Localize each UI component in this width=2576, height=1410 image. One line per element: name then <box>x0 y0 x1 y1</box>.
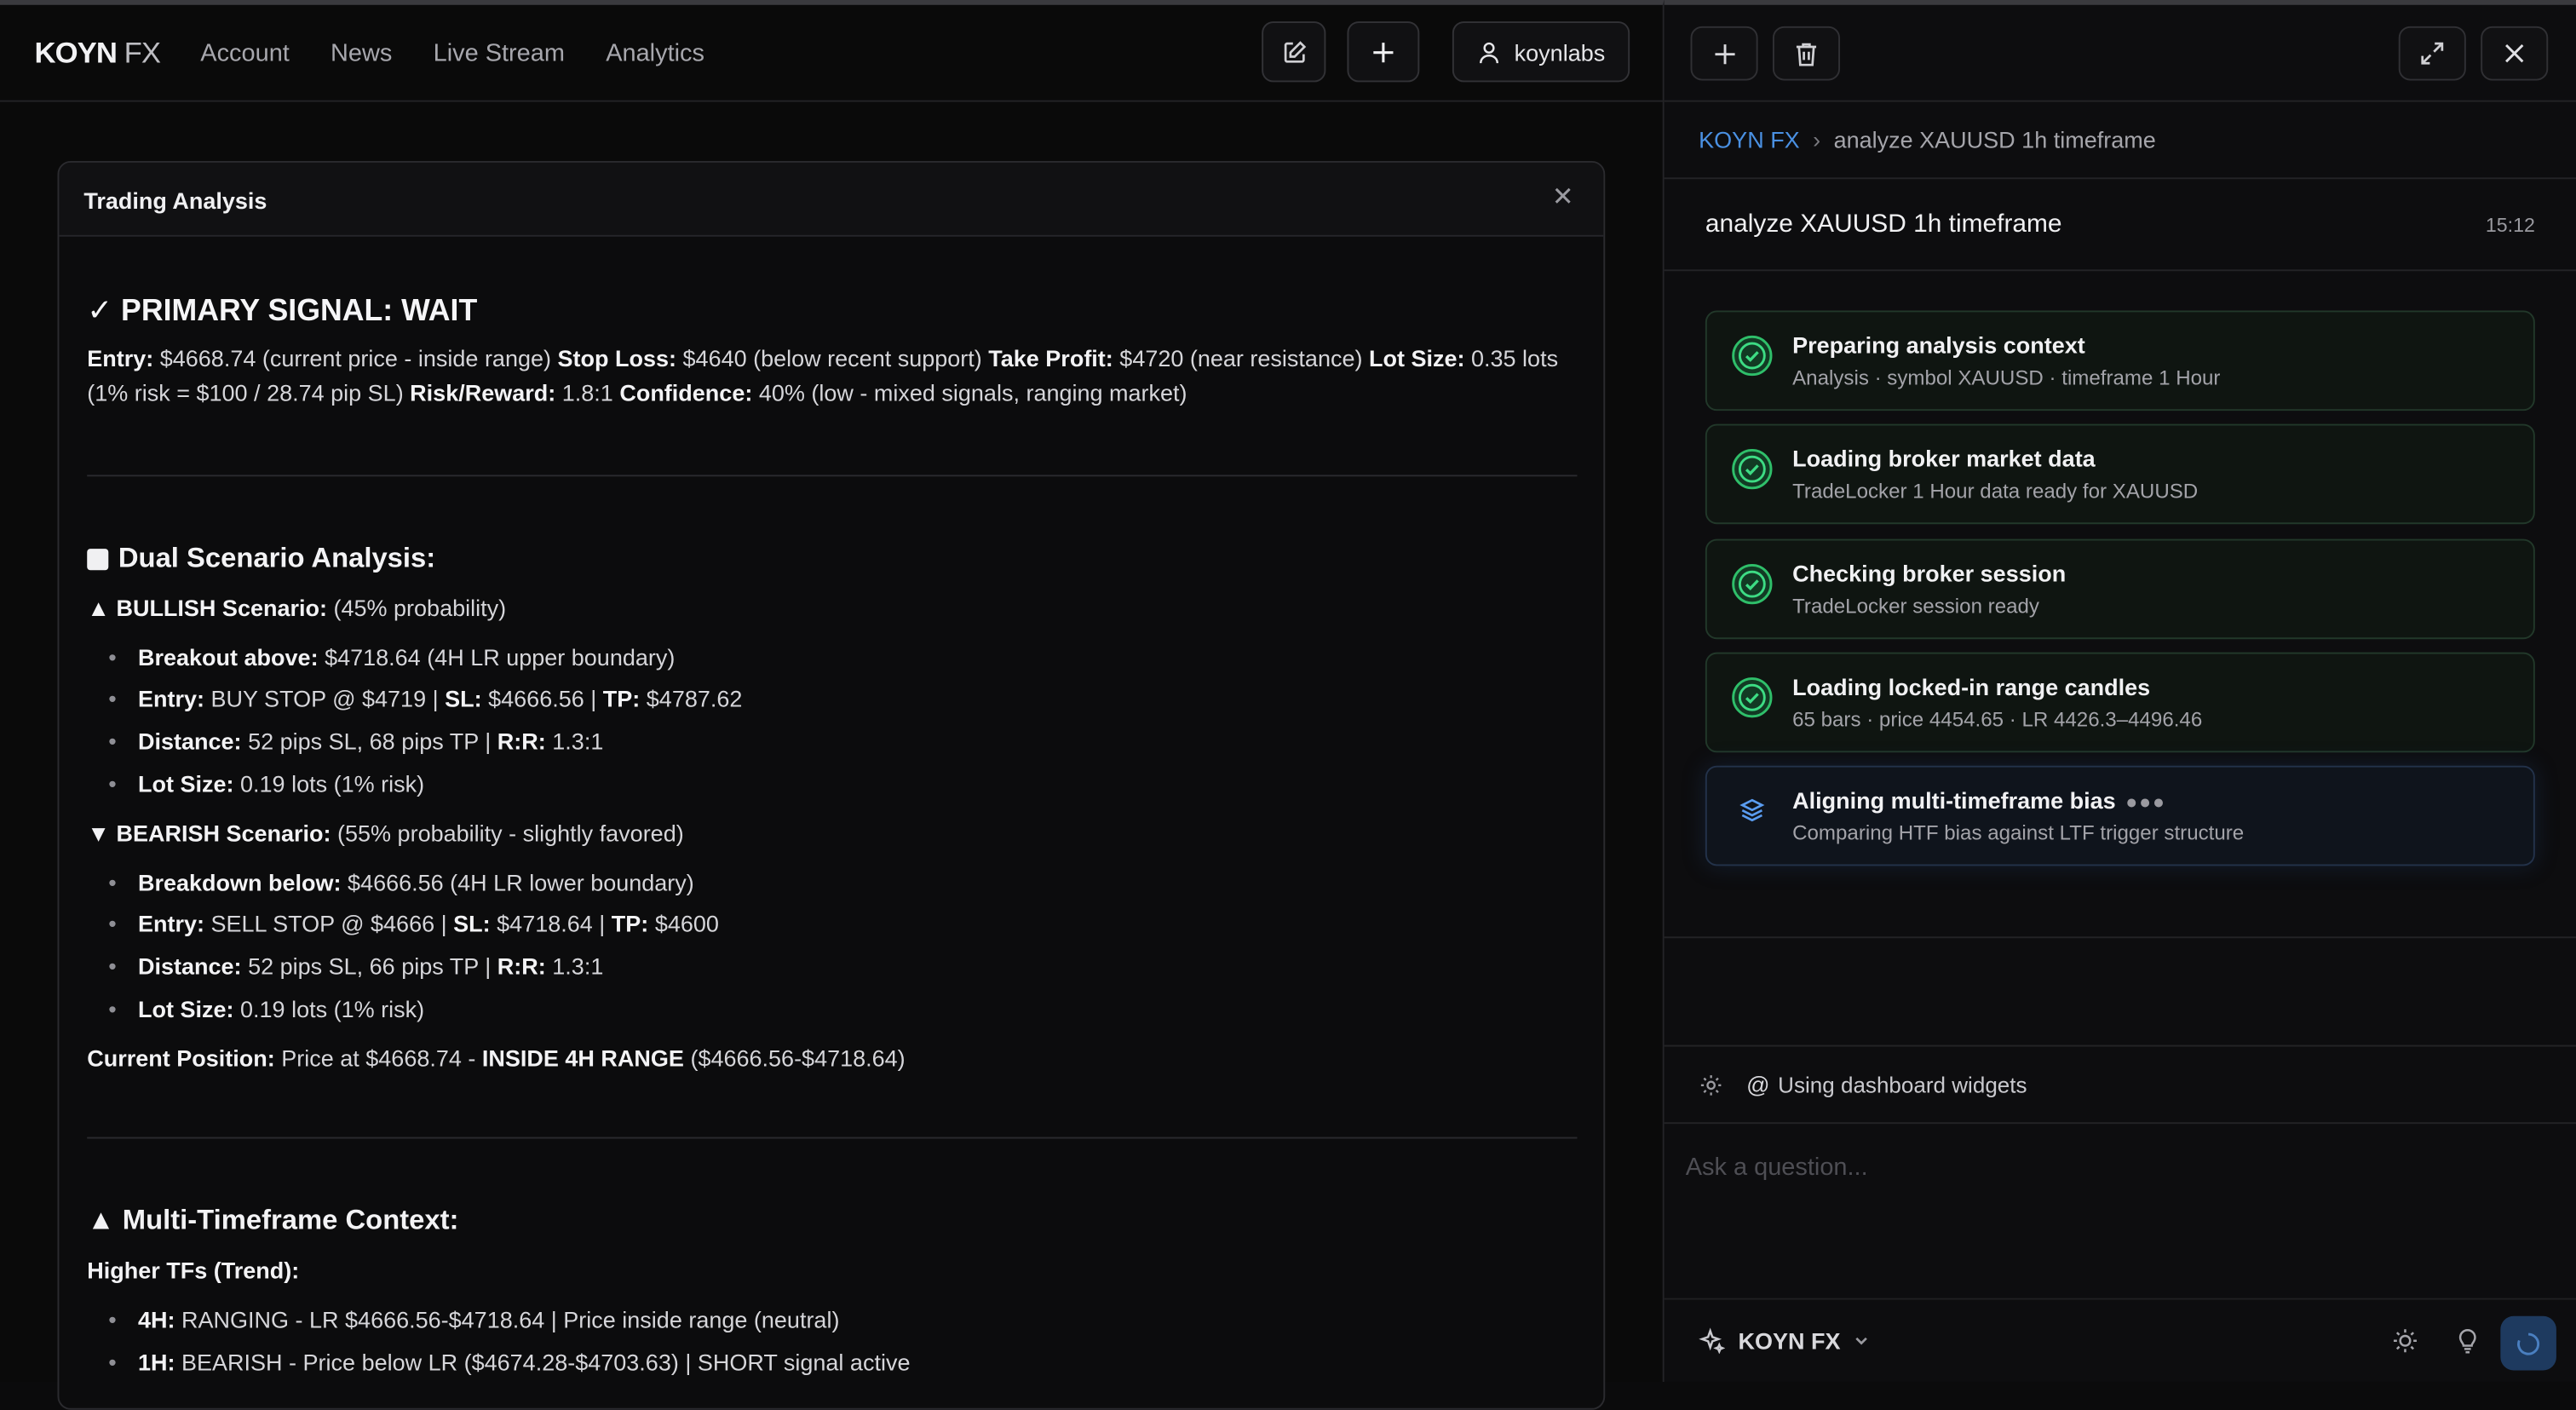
divider <box>1664 1298 2576 1300</box>
logo[interactable]: KOYN FX <box>35 36 162 71</box>
close-icon[interactable]: ✕ <box>1552 181 1574 214</box>
divider <box>1664 1122 2576 1125</box>
delete-button[interactable] <box>1772 26 1841 81</box>
context-chip[interactable]: @ Using dashboard widgets <box>1746 1071 2027 1097</box>
sun-icon[interactable] <box>2392 1327 2418 1354</box>
context-bar: @ Using dashboard widgets <box>1699 1071 2027 1097</box>
sparkle-icon <box>1699 1327 1726 1355</box>
card-header: Trading Analysis ✕ <box>59 162 1604 237</box>
check-circle-icon <box>1732 448 1773 490</box>
list-item: Distance: 52 pips SL, 66 pips TP | R:R: … <box>108 953 603 980</box>
htf-label: Higher TFs (Trend): <box>87 1257 300 1284</box>
chevron-down-icon <box>1855 1337 1868 1345</box>
user-button[interactable]: koynlabs <box>1452 21 1630 83</box>
at-icon: @ <box>1746 1071 1770 1098</box>
bullish-scenario: ▲ BULLISH Scenario: (45% probability) <box>87 595 507 622</box>
step-title: Checking broker session <box>1792 560 2067 587</box>
step-desc: TradeLocker session ready <box>1792 595 2039 619</box>
top-bar: KOYN FX Account News Live Stream Analyti… <box>0 5 1665 102</box>
breadcrumb-current: analyze XAUUSD 1h timeframe <box>1833 126 2156 153</box>
list-item: Lot Size: 0.19 lots (1% risk) <box>108 771 424 797</box>
square-icon <box>87 548 109 570</box>
list-item: 4H: RANGING - LR $4666.56-$4718.64 | Pri… <box>108 1306 839 1332</box>
nav-news[interactable]: News <box>331 39 392 67</box>
assistant-panel: KOYN FX › analyze XAUUSD 1h timeframe an… <box>1664 0 2576 1382</box>
plus-icon <box>1714 43 1734 64</box>
expand-button[interactable] <box>2398 26 2466 81</box>
list-item: Lot Size: 0.19 lots (1% risk) <box>108 996 424 1022</box>
step-title: Preparing analysis context <box>1792 331 2085 359</box>
trash-icon <box>1796 42 1817 66</box>
trading-analysis-card: Trading Analysis ✕ ✓ PRIMARY SIGNAL: WAI… <box>57 161 1606 1410</box>
new-chat-button[interactable] <box>1690 26 1758 81</box>
list-item: Entry: SELL STOP @ $4666 | SL: $4718.64 … <box>108 910 719 936</box>
loading-dots-icon: ●●● <box>2125 790 2166 814</box>
step-desc: Analysis · symbol XAUUSD · timeframe 1 H… <box>1792 366 2221 390</box>
new-button[interactable] <box>1347 21 1420 83</box>
divider <box>1664 177 2576 180</box>
model-selector[interactable]: KOYN FX <box>1699 1327 1870 1355</box>
main-nav: Account News Live Stream Analytics <box>200 39 704 67</box>
bearish-scenario: ▼ BEARISH Scenario: (55% probability - s… <box>87 820 684 847</box>
query-title: analyze XAUUSD 1h timeframe <box>1705 210 2062 239</box>
divider <box>87 475 1578 477</box>
current-position: Current Position: Price at $4668.74 - IN… <box>87 1045 906 1072</box>
query-time: 15:12 <box>2485 213 2535 237</box>
step-item-active: Aligning multi-timeframe bias ●●● Compari… <box>1705 765 2535 866</box>
divider <box>1664 936 2576 939</box>
step-item: Loading broker market data TradeLocker 1… <box>1705 423 2535 525</box>
panel-toolbar <box>1664 5 2576 102</box>
nav-analytics[interactable]: Analytics <box>606 39 704 67</box>
edit-icon <box>1283 40 1306 62</box>
step-desc: Comparing HTF bias against LTF trigger s… <box>1792 821 2245 845</box>
dual-scenario-heading: Dual Scenario Analysis: <box>87 542 435 575</box>
spinner-icon <box>2517 1332 2540 1355</box>
nav-live-stream[interactable]: Live Stream <box>434 39 565 67</box>
plus-icon <box>1373 42 1394 62</box>
card-title: Trading Analysis <box>83 187 267 214</box>
user-icon <box>1480 41 1499 63</box>
app-window: KOYN FX Account News Live Stream Analyti… <box>0 0 2576 1410</box>
step-desc: TradeLocker 1 Hour data ready for XAUUSD <box>1792 480 2199 504</box>
chevron-right-icon: › <box>1813 126 1821 153</box>
check-circle-icon <box>1732 335 1773 377</box>
main-pane: KOYN FX Account News Live Stream Analyti… <box>0 0 1665 1410</box>
step-title: Loading broker market data <box>1792 445 2096 472</box>
mtf-heading: ▲ Multi-Timeframe Context: <box>87 1204 459 1236</box>
check-circle-icon <box>1732 563 1773 605</box>
divider <box>1664 1045 2576 1047</box>
divider <box>87 1137 1578 1139</box>
edit-button[interactable] <box>1262 21 1326 83</box>
lightbulb-icon[interactable] <box>2454 1327 2481 1354</box>
breadcrumb-home[interactable]: KOYN FX <box>1699 127 1800 153</box>
breadcrumb: KOYN FX › analyze XAUUSD 1h timeframe <box>1699 127 2156 153</box>
user-name: koynlabs <box>1514 38 1606 66</box>
list-item: Entry: BUY STOP @ $4719 | SL: $4666.56 |… <box>108 685 742 711</box>
list-item: Breakdown below: $4666.56 (4H LR lower b… <box>108 869 694 895</box>
step-item: Preparing analysis context Analysis · sy… <box>1705 310 2535 411</box>
check-circle-icon <box>1732 677 1773 718</box>
list-item: Distance: 52 pips SL, 68 pips TP | R:R: … <box>108 728 603 754</box>
divider <box>1664 269 2576 272</box>
gear-icon[interactable] <box>1699 1072 1723 1096</box>
ask-input[interactable] <box>1685 1147 2540 1187</box>
step-item: Loading locked-in range candles 65 bars … <box>1705 652 2535 753</box>
step-desc: 65 bars · price 4454.65 · LR 4426.3–4496… <box>1792 708 2203 732</box>
primary-signal-heading: ✓ PRIMARY SIGNAL: WAIT <box>87 292 478 327</box>
close-panel-button[interactable] <box>2481 26 2549 81</box>
primary-signal-details: Entry: $4668.74 (current price - inside … <box>87 345 1559 406</box>
list-item: 1H: BEARISH - Price below LR ($4674.28-$… <box>108 1349 910 1375</box>
nav-account[interactable]: Account <box>200 39 290 67</box>
layers-icon <box>1739 798 1765 822</box>
close-icon <box>2505 44 2524 63</box>
step-title: Aligning multi-timeframe bias ●●● <box>1792 786 2166 814</box>
expand-icon <box>2421 42 2444 65</box>
step-item: Checking broker session TradeLocker sess… <box>1705 538 2535 640</box>
list-item: Breakout above: $4718.64 (4H LR upper bo… <box>108 644 675 670</box>
send-button[interactable] <box>2500 1315 2556 1371</box>
step-title: Loading locked-in range candles <box>1792 673 2151 700</box>
